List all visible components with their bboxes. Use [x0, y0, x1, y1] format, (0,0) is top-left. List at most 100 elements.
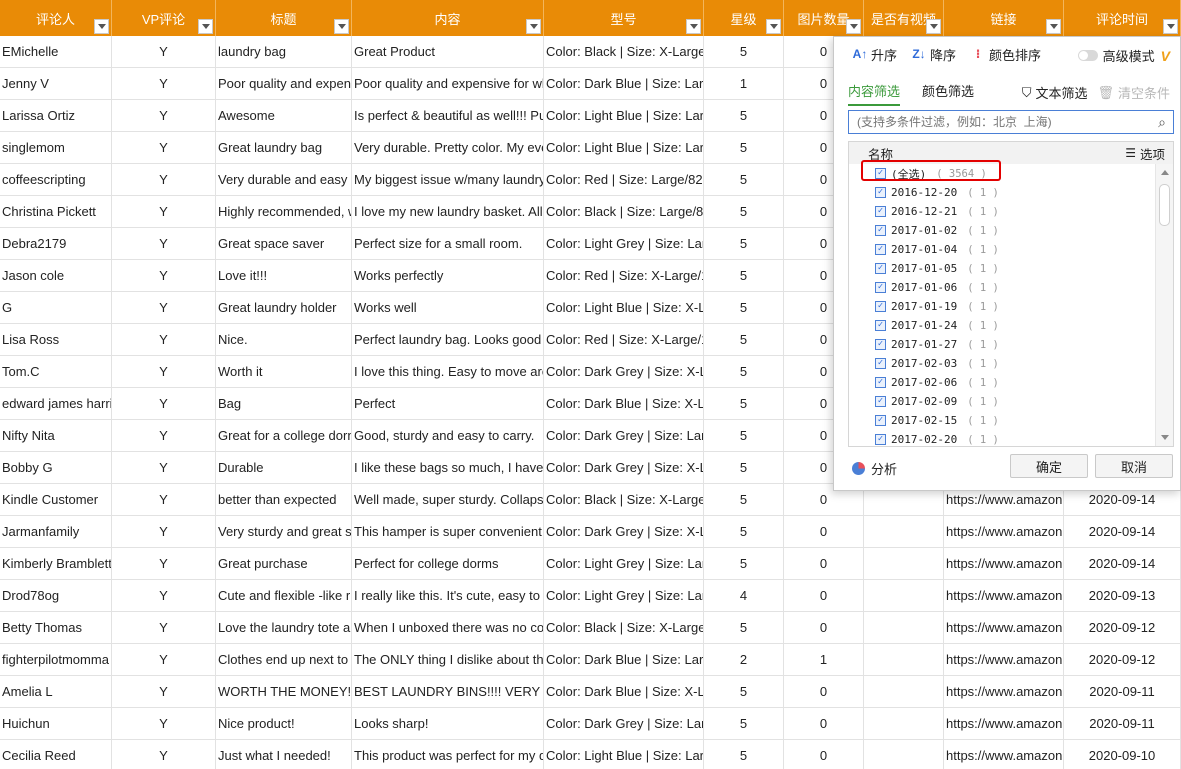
cell-title[interactable]: Nice. — [216, 324, 352, 356]
cell-model[interactable]: Color: Dark Grey | Size: Large — [544, 420, 704, 452]
cell-title[interactable]: WORTH THE MONEY!!!! — [216, 676, 352, 708]
cell-stars[interactable]: 5 — [704, 612, 784, 644]
cell-title[interactable]: Very sturdy and great si — [216, 516, 352, 548]
cell-model[interactable]: Color: Dark Blue | Size: Large — [544, 644, 704, 676]
cell-stars[interactable]: 5 — [704, 100, 784, 132]
checkbox-checked-icon[interactable]: ✓ — [875, 377, 886, 388]
cell-video[interactable] — [864, 516, 944, 548]
filter-dropdown-icon[interactable] — [94, 19, 109, 34]
cell-model[interactable]: Color: Light Blue | Size: Large — [544, 740, 704, 769]
column-header-pics[interactable]: 图片数量 — [784, 0, 864, 36]
analyze-button[interactable]: 分析 — [852, 459, 897, 478]
cell-video[interactable] — [864, 708, 944, 740]
cell-content[interactable]: When I unboxed there was no coi — [352, 612, 544, 644]
cell-reviewer[interactable]: Huichun — [0, 708, 112, 740]
cell-stars[interactable]: 5 — [704, 708, 784, 740]
cell-link[interactable]: https://www.amazon. — [944, 644, 1064, 676]
filter-value-item[interactable]: ✓ 2016-12-20 ( 1 ) — [849, 183, 1155, 202]
cell-stars[interactable]: 2 — [704, 644, 784, 676]
cell-title[interactable]: Nice product! — [216, 708, 352, 740]
cell-title[interactable]: Great space saver — [216, 228, 352, 260]
sort-by-color-button[interactable]: ⁝ 颜色排序 — [970, 45, 1041, 64]
filter-dropdown-icon[interactable] — [686, 19, 701, 34]
cell-title[interactable]: Great purchase — [216, 548, 352, 580]
cell-vp[interactable]: Y — [112, 356, 216, 388]
cell-stars[interactable]: 5 — [704, 388, 784, 420]
cell-date[interactable]: 2020-09-14 — [1064, 548, 1181, 580]
filter-dropdown-icon[interactable] — [846, 19, 861, 34]
checkbox-checked-icon[interactable]: ✓ — [875, 263, 886, 274]
cell-vp[interactable]: Y — [112, 612, 216, 644]
cell-reviewer[interactable]: Debra2179 — [0, 228, 112, 260]
cell-reviewer[interactable]: Christina Pickett — [0, 196, 112, 228]
filter-value-item[interactable]: ✓ 2017-02-09 ( 1 ) — [849, 392, 1155, 411]
cell-title[interactable]: Cute and flexible -like r — [216, 580, 352, 612]
checkbox-checked-icon[interactable]: ✓ — [875, 339, 886, 350]
cell-vp[interactable]: Y — [112, 644, 216, 676]
cell-reviewer[interactable]: Drod78og — [0, 580, 112, 612]
cell-reviewer[interactable]: Betty Thomas — [0, 612, 112, 644]
cell-stars[interactable]: 5 — [704, 324, 784, 356]
cell-title[interactable]: Durable — [216, 452, 352, 484]
filter-value-item[interactable]: ✓ 2017-02-06 ( 1 ) — [849, 373, 1155, 392]
cell-title[interactable]: Great laundry bag — [216, 132, 352, 164]
cell-reviewer[interactable]: Larissa Ortiz — [0, 100, 112, 132]
cell-title[interactable]: Love it!!! — [216, 260, 352, 292]
cell-date[interactable]: 2020-09-14 — [1064, 516, 1181, 548]
cell-content[interactable]: I love my new laundry basket. All c — [352, 196, 544, 228]
checkbox-checked-icon[interactable]: ✓ — [875, 415, 886, 426]
cell-vp[interactable]: Y — [112, 708, 216, 740]
cell-stars[interactable]: 5 — [704, 356, 784, 388]
cell-model[interactable]: Color: Black | Size: Large/82 — [544, 196, 704, 228]
cell-stars[interactable]: 5 — [704, 228, 784, 260]
cell-pics[interactable]: 0 — [784, 612, 864, 644]
cell-video[interactable] — [864, 644, 944, 676]
cell-content[interactable]: The ONLY thing I dislike about thi — [352, 644, 544, 676]
cell-title[interactable]: Poor quality and expensive — [216, 68, 352, 100]
cell-reviewer[interactable]: Cecilia Reed — [0, 740, 112, 769]
cell-reviewer[interactable]: Jenny V — [0, 68, 112, 100]
cell-video[interactable] — [864, 548, 944, 580]
cell-vp[interactable]: Y — [112, 452, 216, 484]
cell-content[interactable]: Is perfect & beautiful as well!!! Pu — [352, 100, 544, 132]
column-header-model[interactable]: 型号 — [544, 0, 704, 36]
cell-title[interactable]: Great laundry holder — [216, 292, 352, 324]
cell-pics[interactable]: 0 — [784, 548, 864, 580]
column-header-vp[interactable]: VP评论 — [112, 0, 216, 36]
cell-vp[interactable]: Y — [112, 420, 216, 452]
cell-model[interactable]: Color: Dark Blue | Size: Large — [544, 68, 704, 100]
cell-title[interactable]: better than expected — [216, 484, 352, 516]
advanced-mode-toggle[interactable] — [1077, 50, 1098, 61]
filter-dropdown-icon[interactable] — [526, 19, 541, 34]
filter-value-item[interactable]: ✓ 2017-02-15 ( 1 ) — [849, 411, 1155, 430]
cell-title[interactable]: Very durable and easy to — [216, 164, 352, 196]
cell-reviewer[interactable]: Kindle Customer — [0, 484, 112, 516]
cell-reviewer[interactable]: Nifty Nita — [0, 420, 112, 452]
cell-stars[interactable]: 5 — [704, 292, 784, 324]
cell-stars[interactable]: 5 — [704, 36, 784, 68]
cell-stars[interactable]: 5 — [704, 132, 784, 164]
cell-link[interactable]: https://www.amazon. — [944, 740, 1064, 769]
search-icon[interactable]: ⌕ — [1151, 114, 1173, 131]
cell-link[interactable]: https://www.amazon. — [944, 708, 1064, 740]
cell-pics[interactable]: 0 — [784, 676, 864, 708]
cell-content[interactable]: Well made, super sturdy. Collapse — [352, 484, 544, 516]
cell-vp[interactable]: Y — [112, 260, 216, 292]
cell-content[interactable]: BEST LAUNDRY BINS!!!! VERY SA — [352, 676, 544, 708]
cell-model[interactable]: Color: Dark Grey | Size: Large — [544, 708, 704, 740]
cell-model[interactable]: Color: Light Blue | Size: Large — [544, 132, 704, 164]
cell-reviewer[interactable]: G — [0, 292, 112, 324]
cell-content[interactable]: This product was perfect for my d — [352, 740, 544, 769]
cell-content[interactable]: Works perfectly — [352, 260, 544, 292]
cell-content[interactable]: Perfect — [352, 388, 544, 420]
cell-content[interactable]: Perfect laundry bag. Looks good a — [352, 324, 544, 356]
cell-vp[interactable]: Y — [112, 68, 216, 100]
scroll-up-icon[interactable] — [1161, 170, 1169, 175]
cell-link[interactable]: https://www.amazon. — [944, 548, 1064, 580]
checkbox-checked-icon[interactable]: ✓ — [875, 282, 886, 293]
column-header-reviewer[interactable]: 评论人 — [0, 0, 112, 36]
cell-stars[interactable]: 5 — [704, 420, 784, 452]
cell-vp[interactable]: Y — [112, 228, 216, 260]
column-header-content[interactable]: 内容 — [352, 0, 544, 36]
checkbox-checked-icon[interactable]: ✓ — [875, 396, 886, 407]
